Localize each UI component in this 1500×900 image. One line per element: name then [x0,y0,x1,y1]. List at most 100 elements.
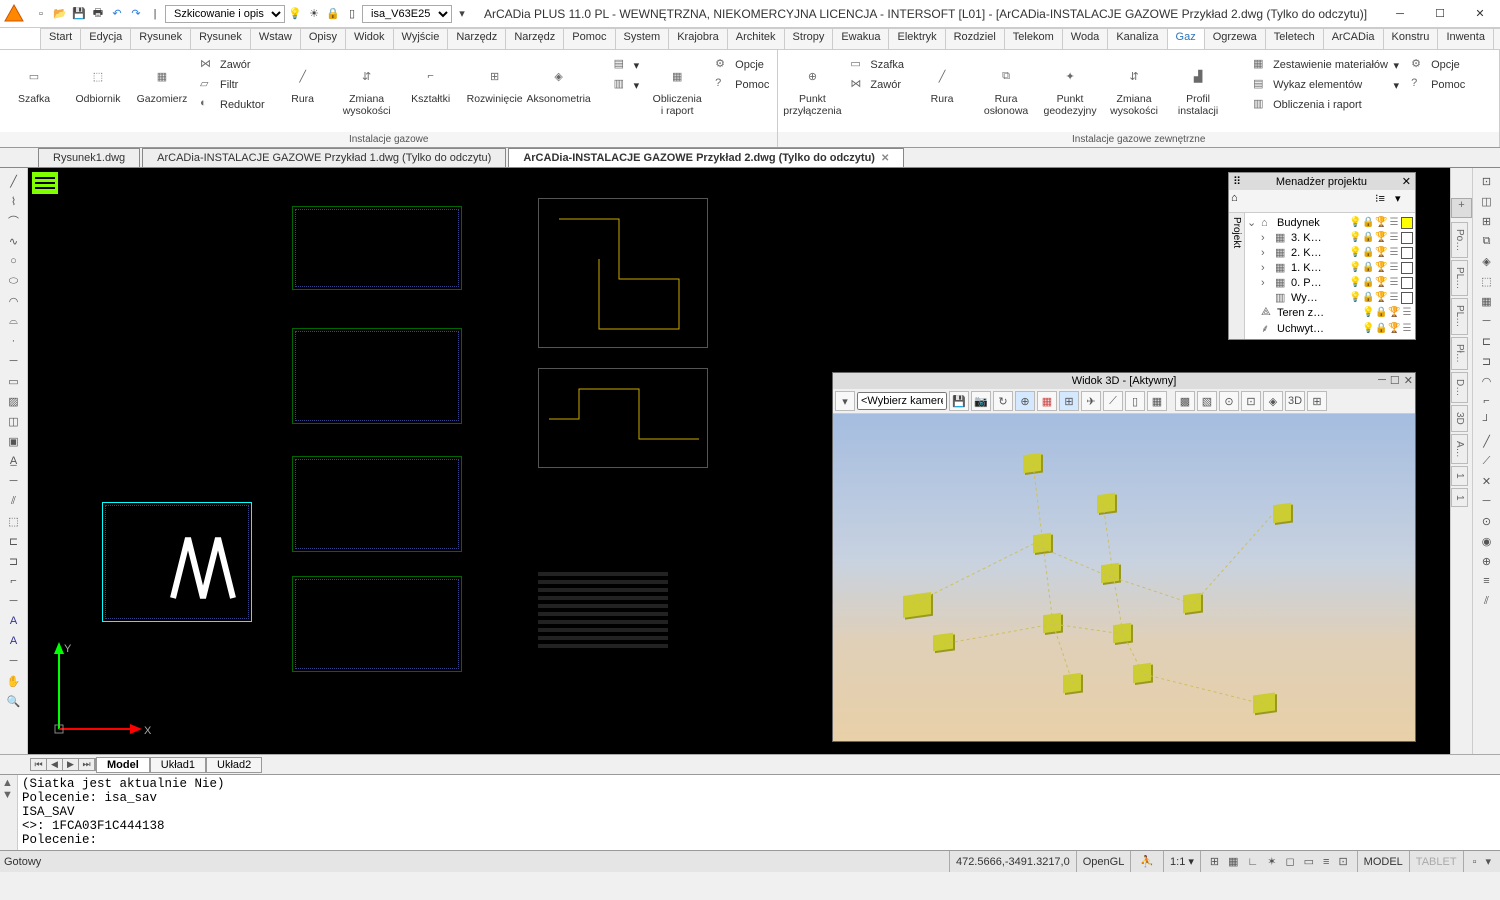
ribbon-tab-arcadia[interactable]: ArCADia [1323,28,1384,49]
side-panel-tab[interactable]: Pł… [1451,337,1468,370]
rura-oslonowa-button[interactable]: ⧉Rura osłonowa [978,56,1034,117]
pm-filter-icon[interactable]: ▾ [1395,192,1413,210]
v3d-target-icon[interactable]: ⊕ [1015,391,1035,411]
rtool-1-icon[interactable]: ⊡ [1475,172,1499,190]
project-manager-panel[interactable]: ⠿ Menadżer projektu ✕ ⌂ ⁝≡ ▾ Projekt ⌄⌂B… [1228,172,1416,340]
ribbon-tab-start[interactable]: Start [40,28,81,49]
tree-row[interactable]: ›▦2. K…💡🔒🏆☰ [1247,245,1413,260]
obliczenia2-button[interactable]: ▥Obliczenia i raport [1251,96,1401,114]
v3d-save-icon[interactable]: 💾 [949,391,969,411]
rtool-11-icon[interactable]: ⌐ [1475,392,1499,410]
tool-text-icon[interactable]: A̲ [2,452,26,470]
add-panel-button[interactable]: + [1451,198,1472,218]
panel-grip-icon[interactable]: ⠿ [1233,175,1241,188]
ribbon-tab-narzędz[interactable]: Narzędz [505,28,564,49]
ribbon-tab-rozdziel[interactable]: Rozdziel [945,28,1005,49]
ribbon-tab-wstaw[interactable]: Wstaw [250,28,301,49]
ribbon-tab-edycja[interactable]: Edycja [80,28,131,49]
v3d-mode4-icon[interactable]: ⊡ [1241,391,1261,411]
tool-boundary-icon[interactable]: ◫ [2,412,26,430]
qat-redo-icon[interactable]: ↷ [127,5,145,23]
ribbon-tab-ewakua[interactable]: Ewakua [832,28,889,49]
tool-ellipse-icon[interactable]: ⬭ [2,272,26,290]
layout-tab-układ1[interactable]: Układ1 [150,757,206,773]
v3d-room-icon[interactable]: ⊞ [1059,391,1079,411]
side-panel-tab[interactable]: D… [1451,372,1468,403]
ribbon-tab-narzędz[interactable]: Narzędz [447,28,506,49]
profil-button[interactable]: ▟Profil instalacji [1170,56,1226,117]
zawor-button[interactable]: ⋈Zawór [198,56,267,74]
v3d-wall-icon[interactable]: ▦ [1037,391,1057,411]
document-dropdown[interactable]: isa_V63E25D [362,5,452,23]
status-osnap-icon[interactable]: ◻ [1282,855,1297,868]
tool-spline-icon[interactable]: ∿ [2,232,26,250]
app-logo[interactable] [0,0,28,28]
nav-first-icon[interactable]: ⏮ [31,759,47,770]
drawing-canvas[interactable]: X Y ⠿ Menadżer projektu ✕ ⌂ ⁝≡ ▾ Projekt [28,168,1450,754]
obliczenia-button[interactable]: ▦Obliczenia i raport [649,56,705,117]
punkt-geodez-button[interactable]: ✦Punkt geodezyjny [1042,56,1098,117]
document-tab[interactable]: ArCADia-INSTALACJE GAZOWE Przykład 2.dwg… [508,148,904,167]
pomoc2-button[interactable]: ?Pomoc [1409,76,1467,94]
nav-next-icon[interactable]: ▶ [63,759,79,770]
status-person-icon[interactable]: ⛹ [1137,855,1157,868]
tree-row[interactable]: ›▦3. K…💡🔒🏆☰ [1247,230,1413,245]
zestawienie-button[interactable]: ▦Zestawienie materiałów▾ [1251,56,1401,74]
rtool-19-icon[interactable]: ≡ [1475,572,1499,590]
cmd-down-icon[interactable]: ▼ [2,789,15,801]
ribbon-tab-rysunek[interactable]: Rysunek [130,28,191,49]
rtool-10-icon[interactable]: ◠ [1475,372,1499,390]
rozwiniecie-button[interactable]: ⊞Rozwinięcie [467,56,523,106]
tool-curve-icon[interactable]: ⌓ [2,312,26,330]
rtool-6-icon[interactable]: ⬚ [1475,272,1499,290]
tool-arc-icon[interactable]: ⌒ [2,212,26,230]
v3d-mode3-icon[interactable]: ⊙ [1219,391,1239,411]
rura-button[interactable]: ╱Rura [275,56,331,106]
nav-prev-icon[interactable]: ◀ [47,759,63,770]
tree-row[interactable]: ›▦0. P…💡🔒🏆☰ [1247,275,1413,290]
status-ortho-icon[interactable]: ∟ [1244,856,1261,868]
side-panel-tab[interactable]: Po… [1451,222,1468,258]
ribbon-tab-konstru[interactable]: Konstru [1383,28,1439,49]
side-panel-tab[interactable]: 1 [1451,466,1468,486]
command-text[interactable]: (Siatka jest aktualnie Nie) Polecenie: i… [18,775,1500,850]
ribbon-tab-wyjście[interactable]: Wyjście [393,28,449,49]
rtool-2-icon[interactable]: ◫ [1475,192,1499,210]
rtool-12-icon[interactable]: ┘ [1475,412,1499,430]
status-otrack-icon[interactable]: ▭ [1301,855,1317,868]
workspace-dropdown[interactable]: Szkicowanie i opisy [165,5,285,23]
split2-button[interactable]: ▥▾ [612,76,642,94]
qat-open-icon[interactable]: 📂 [51,5,69,23]
v3d-orbit-icon[interactable]: ↻ [993,391,1013,411]
tool-offset-icon[interactable]: ⫽ [2,492,26,510]
ribbon-tab-gaz[interactable]: Gaz [1167,28,1205,49]
window-maximize-button[interactable]: ☐ [1420,0,1460,28]
punkt-przylaczenia-button[interactable]: ⊕Punkt przyłączenia [784,56,840,117]
tool-polyline-icon[interactable]: ⌇ [2,192,26,210]
gazomierz-button[interactable]: ▦Gazomierz [134,56,190,106]
view3d-min-icon[interactable]: ─ [1378,374,1386,387]
status-grid-icon[interactable]: ▦ [1225,855,1241,868]
rtool-5-icon[interactable]: ◈ [1475,252,1499,270]
rtool-13-icon[interactable]: ╱ [1475,432,1499,450]
rtool-4-icon[interactable]: ⧉ [1475,232,1499,250]
tree-row[interactable]: ⌄⌂Budynek💡🔒🏆☰ [1247,215,1413,230]
ribbon-tab-rysunek[interactable]: Rysunek [190,28,251,49]
qat-save-icon[interactable]: 💾 [70,5,88,23]
view3d-max-icon[interactable]: ☐ [1390,374,1400,387]
tree-row[interactable]: ›▦1. K…💡🔒🏆☰ [1247,260,1413,275]
zmiana2-button[interactable]: ⇵Zmiana wysokości [1106,56,1162,117]
rtool-7-icon[interactable]: ▦ [1475,292,1499,310]
ribbon-tab-teletech[interactable]: Teletech [1265,28,1324,49]
qat-sun-icon[interactable]: ☀ [305,5,323,23]
szafka2-button[interactable]: ▭Szafka [848,56,906,74]
camera-select[interactable] [857,392,947,410]
tool-point-icon[interactable]: · [2,332,26,350]
status-opengl[interactable]: OpenGL [1076,851,1131,872]
window-close-button[interactable]: ✕ [1460,0,1500,28]
pm-home-icon[interactable]: ⌂ [1231,192,1249,210]
qat-dropdown-icon[interactable]: ▾ [453,5,471,23]
ribbon-tab-architek[interactable]: Architek [727,28,785,49]
tool-zoom-icon[interactable]: 🔍 [2,692,26,710]
ribbon-tab-stropy[interactable]: Stropy [784,28,834,49]
